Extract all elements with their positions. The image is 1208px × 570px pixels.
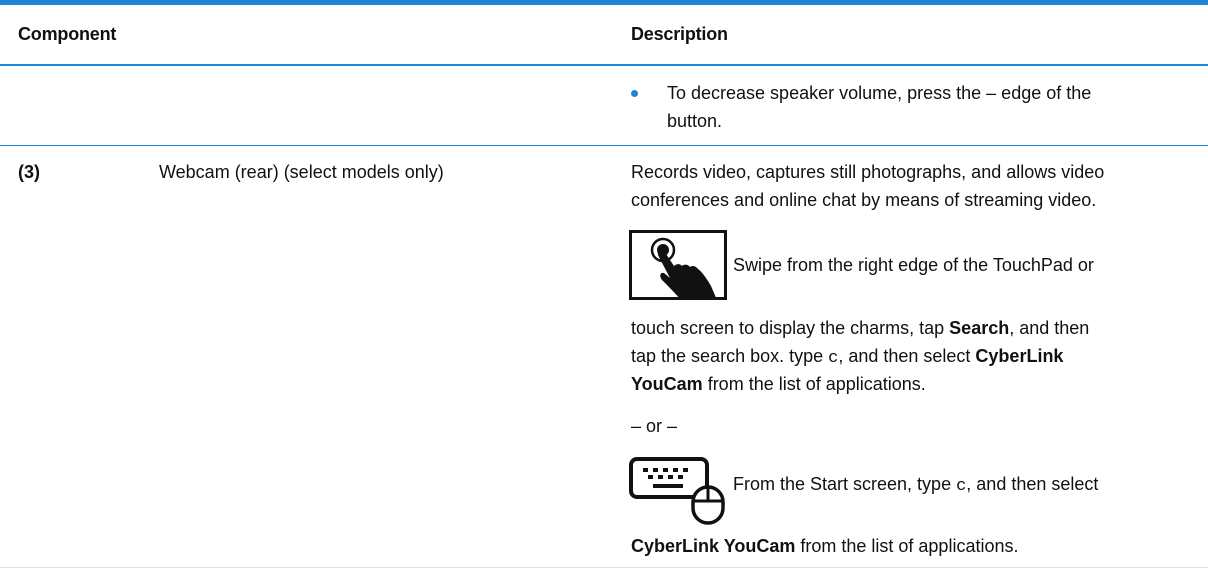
keyboard-instruction-text: From the Start screen, type c, and then … [733,474,1099,496]
touch-instruction-line: YouCam from the list of applications. [631,374,926,394]
keyboard-instruction-line: CyberLink YouCam from the list of applic… [631,536,1019,556]
row-number: (3) [18,162,40,182]
bullet-text-line: To decrease speaker volume, press the – … [667,83,1092,103]
description-line: Records video, captures still photograph… [631,162,1105,182]
column-header-description: Description [631,24,728,44]
touch-instruction-line: touch screen to display the charms, tap … [631,318,1090,338]
component-name: Webcam (rear) (select models only) [159,162,444,182]
description-line: conferences and online chat by means of … [631,190,1097,210]
touch-instruction-line: tap the search box. type c, and then sel… [631,346,1064,368]
header-divider [0,64,1208,66]
header-accent-bar [0,0,1208,5]
column-header-component: Component [18,24,117,44]
touch-instruction-text: Swipe from the right edge of the TouchPa… [733,255,1094,275]
touch-swipe-icon [629,230,727,300]
or-separator: – or – [631,416,678,436]
bullet-text-line: button. [667,111,723,131]
row-divider [0,567,1208,568]
keyboard-mouse-icon [629,457,725,525]
row-divider [0,145,1208,146]
bullet-icon [631,90,638,97]
